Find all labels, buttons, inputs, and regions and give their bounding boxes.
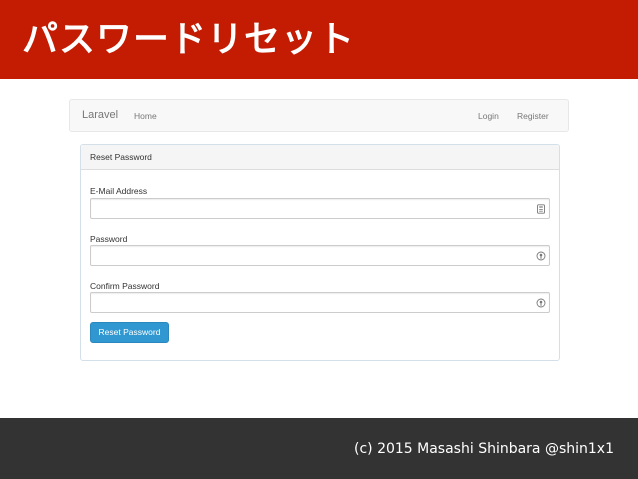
contact-card-icon[interactable] [536,204,546,214]
email-label: E-Mail Address [90,186,148,196]
confirm-password-label: Confirm Password [90,281,160,291]
nav-link-login[interactable]: Login [478,110,499,122]
confirm-password-field[interactable] [90,292,550,313]
password-field[interactable] [90,245,550,266]
nav-link-register[interactable]: Register [517,110,549,122]
slide-header: パスワードリセット [0,0,638,79]
panel-heading-title: Reset Password [90,152,152,162]
panel-heading: Reset Password [81,145,559,170]
reset-password-button[interactable]: Reset Password [90,322,169,343]
slide-title: パスワードリセット [22,19,356,60]
navbar-brand[interactable]: Laravel [82,108,118,122]
reset-password-panel: Reset Password E-Mail Address Password C… [80,144,560,361]
key-icon[interactable] [536,251,546,261]
password-label: Password [90,234,128,244]
email-field[interactable] [90,198,550,219]
navbar: Laravel Home Login Register [69,99,569,132]
nav-link-home[interactable]: Home [134,110,157,122]
copyright-text: (c) 2015 Masashi Shinbara @shin1x1 [354,441,614,457]
slide-footer: (c) 2015 Masashi Shinbara @shin1x1 [0,418,638,479]
key-icon[interactable] [536,298,546,308]
